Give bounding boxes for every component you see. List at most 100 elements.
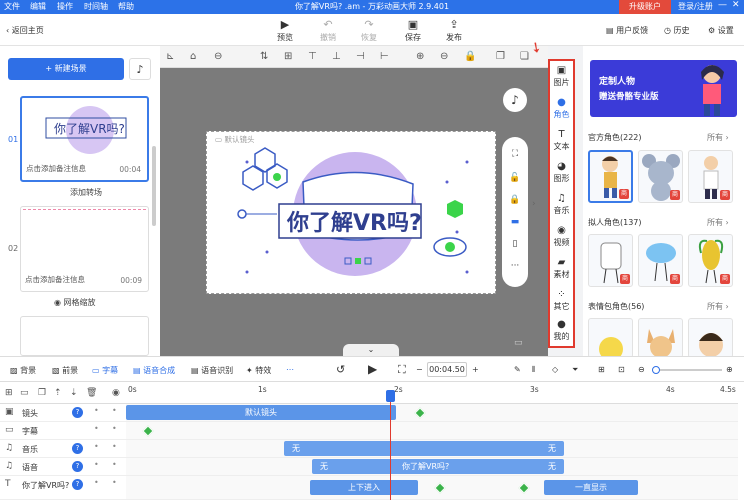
playhead[interactable]: [390, 390, 391, 500]
home-icon[interactable]: ⌂: [190, 51, 196, 62]
foreground-button[interactable]: ▧ 前景: [52, 365, 78, 376]
music-segment[interactable]: 无 无: [284, 441, 564, 456]
category-material[interactable]: ▰ 素材: [550, 257, 573, 280]
replay-icon[interactable]: ↺: [336, 363, 345, 376]
upgrade-button[interactable]: 升级账户: [619, 0, 671, 14]
scene-card-1[interactable]: 你了解VR吗? 点击添加备注信息 00:04: [20, 96, 149, 182]
track-label-camera[interactable]: ▣ 镜头? • •: [0, 404, 126, 422]
align-icon[interactable]: ⊾: [166, 51, 174, 62]
keyframe[interactable]: [414, 407, 426, 419]
publish-button[interactable]: ⇪ 发布: [437, 17, 471, 43]
voice-segment[interactable]: 无 你了解VR吗? 无: [312, 459, 564, 474]
unlock-icon[interactable]: 🔓: [502, 173, 528, 183]
track-subtitle[interactable]: [126, 422, 738, 440]
character-thumb[interactable]: 商: [688, 150, 733, 203]
align-right-icon[interactable]: ⊢: [380, 51, 389, 62]
time-minus-icon[interactable]: −: [416, 365, 423, 374]
track-music[interactable]: 无 无: [126, 440, 738, 458]
copy-icon[interactable]: ❐: [496, 51, 505, 62]
back-home-button[interactable]: ‹ 返回主页: [6, 25, 44, 36]
scene-card-2[interactable]: 点击添加备注信息 00:09: [20, 206, 149, 292]
dot-icon[interactable]: •: [112, 478, 117, 487]
dot-icon[interactable]: •: [112, 424, 117, 433]
track-label-music[interactable]: ♫ 音乐? • •: [0, 440, 126, 458]
character-thumb[interactable]: 商: [638, 234, 683, 287]
playhead-handle[interactable]: [386, 390, 395, 402]
track-label-subtitle[interactable]: ▭ 字幕 • •: [0, 422, 126, 440]
mobile-icon[interactable]: ▯: [502, 239, 528, 249]
minus-circle-icon[interactable]: ⊖: [214, 51, 222, 62]
move-down-icon[interactable]: ⇣: [70, 388, 78, 398]
feedback-button[interactable]: ▤ 用户反馈: [606, 25, 648, 36]
edit-icon[interactable]: ✎: [514, 365, 521, 374]
time-plus-icon[interactable]: +: [472, 365, 479, 374]
scene-note[interactable]: 点击添加备注信息: [25, 274, 85, 285]
login-link[interactable]: 登录/注册: [678, 1, 713, 12]
category-role[interactable]: ● 角色: [550, 97, 573, 120]
dot-icon[interactable]: •: [112, 442, 117, 451]
category-mine[interactable]: ● 我的: [550, 319, 573, 342]
filter-icon[interactable]: ⏷: [572, 365, 578, 375]
character-thumb[interactable]: 商: [588, 150, 633, 203]
more-official-link[interactable]: 所有 ›: [707, 132, 729, 143]
grid-icon[interactable]: ⊞: [598, 365, 605, 374]
keyframe[interactable]: [518, 482, 530, 494]
flip-icon[interactable]: ⇅: [260, 51, 268, 62]
minimize-icon[interactable]: —: [718, 0, 727, 10]
help-icon[interactable]: ?: [72, 443, 83, 454]
copy-icon[interactable]: ❐: [38, 388, 46, 398]
new-scene-button[interactable]: + 新建场景: [8, 58, 124, 80]
background-button[interactable]: ▨ 背景: [10, 365, 36, 376]
more-emoji-link[interactable]: 所有 ›: [707, 301, 729, 312]
collapse-right-icon[interactable]: ›: [532, 199, 544, 213]
dot-icon[interactable]: •: [94, 406, 99, 415]
scene-card-3[interactable]: [20, 316, 149, 356]
character-thumb[interactable]: 商: [688, 234, 733, 287]
save-button[interactable]: ▣ 保存: [396, 17, 430, 43]
stage-title-text[interactable]: 你了解VR吗?: [286, 210, 422, 236]
promo-banner[interactable]: 定制人物 赠送骨骼专业版: [590, 60, 737, 117]
preview-button[interactable]: ▶ 预览: [268, 17, 302, 43]
stage-canvas[interactable]: ▭ 默认镜头 你了解VR吗?: [206, 131, 496, 294]
time-input[interactable]: 00:04.50: [427, 362, 467, 377]
subtitle-toggle-icon[interactable]: ▭: [514, 338, 523, 348]
camera-segment[interactable]: 默认镜头: [126, 405, 396, 420]
dot-icon[interactable]: •: [112, 460, 117, 469]
zoom-slider-handle[interactable]: [652, 366, 660, 374]
close-icon[interactable]: ✕: [732, 0, 740, 10]
track-voice[interactable]: 无 你了解VR吗? 无: [126, 458, 738, 476]
category-text[interactable]: T 文本: [550, 129, 573, 152]
add-track-icon[interactable]: ⊞: [5, 388, 13, 398]
grid-zoom-button[interactable]: ◉ 网格缩放: [54, 297, 96, 308]
dot-icon[interactable]: •: [94, 478, 99, 487]
marker-icon[interactable]: ◇: [552, 365, 558, 374]
scene-music-button[interactable]: ♪: [129, 58, 151, 80]
subtitle-button[interactable]: ▭ 字幕: [92, 365, 118, 376]
align-middle-icon[interactable]: ⊥: [332, 51, 341, 62]
category-shape[interactable]: ◕ 图形: [550, 161, 573, 184]
category-other[interactable]: ⁘ 其它: [550, 289, 573, 312]
align-left-icon[interactable]: ⊣: [356, 51, 365, 62]
fullscreen-icon[interactable]: ⛶: [502, 149, 528, 159]
split-icon[interactable]: ⫴: [532, 365, 535, 375]
more-icon[interactable]: ⋯: [286, 365, 294, 374]
dot-icon[interactable]: •: [94, 442, 99, 451]
time-ruler[interactable]: 0s 1s 2s 3s 4s 4.5s: [126, 382, 738, 404]
character-thumb[interactable]: 商: [638, 150, 683, 203]
character-thumb[interactable]: [688, 318, 733, 358]
track-text[interactable]: 上下进入 一直显示: [126, 476, 738, 500]
character-thumb[interactable]: [588, 318, 633, 361]
more-icon[interactable]: ···: [502, 261, 528, 271]
play-icon[interactable]: ▶: [368, 362, 377, 376]
align-top-icon[interactable]: ⊤: [308, 51, 317, 62]
dot-icon[interactable]: •: [112, 406, 117, 415]
category-music[interactable]: ♫ 音乐: [550, 193, 573, 216]
text-hold-segment[interactable]: 一直显示: [544, 480, 638, 495]
zoom-slider[interactable]: [652, 369, 722, 371]
scene-scrollbar[interactable]: [152, 146, 156, 226]
undo-button[interactable]: ↶ 撤销: [311, 17, 345, 43]
lock-icon[interactable]: 🔒: [502, 195, 528, 205]
grid-icon[interactable]: ⊞: [284, 51, 292, 62]
tts-button[interactable]: ▤ 语音合成: [133, 365, 175, 376]
help-icon[interactable]: ?: [72, 479, 83, 490]
